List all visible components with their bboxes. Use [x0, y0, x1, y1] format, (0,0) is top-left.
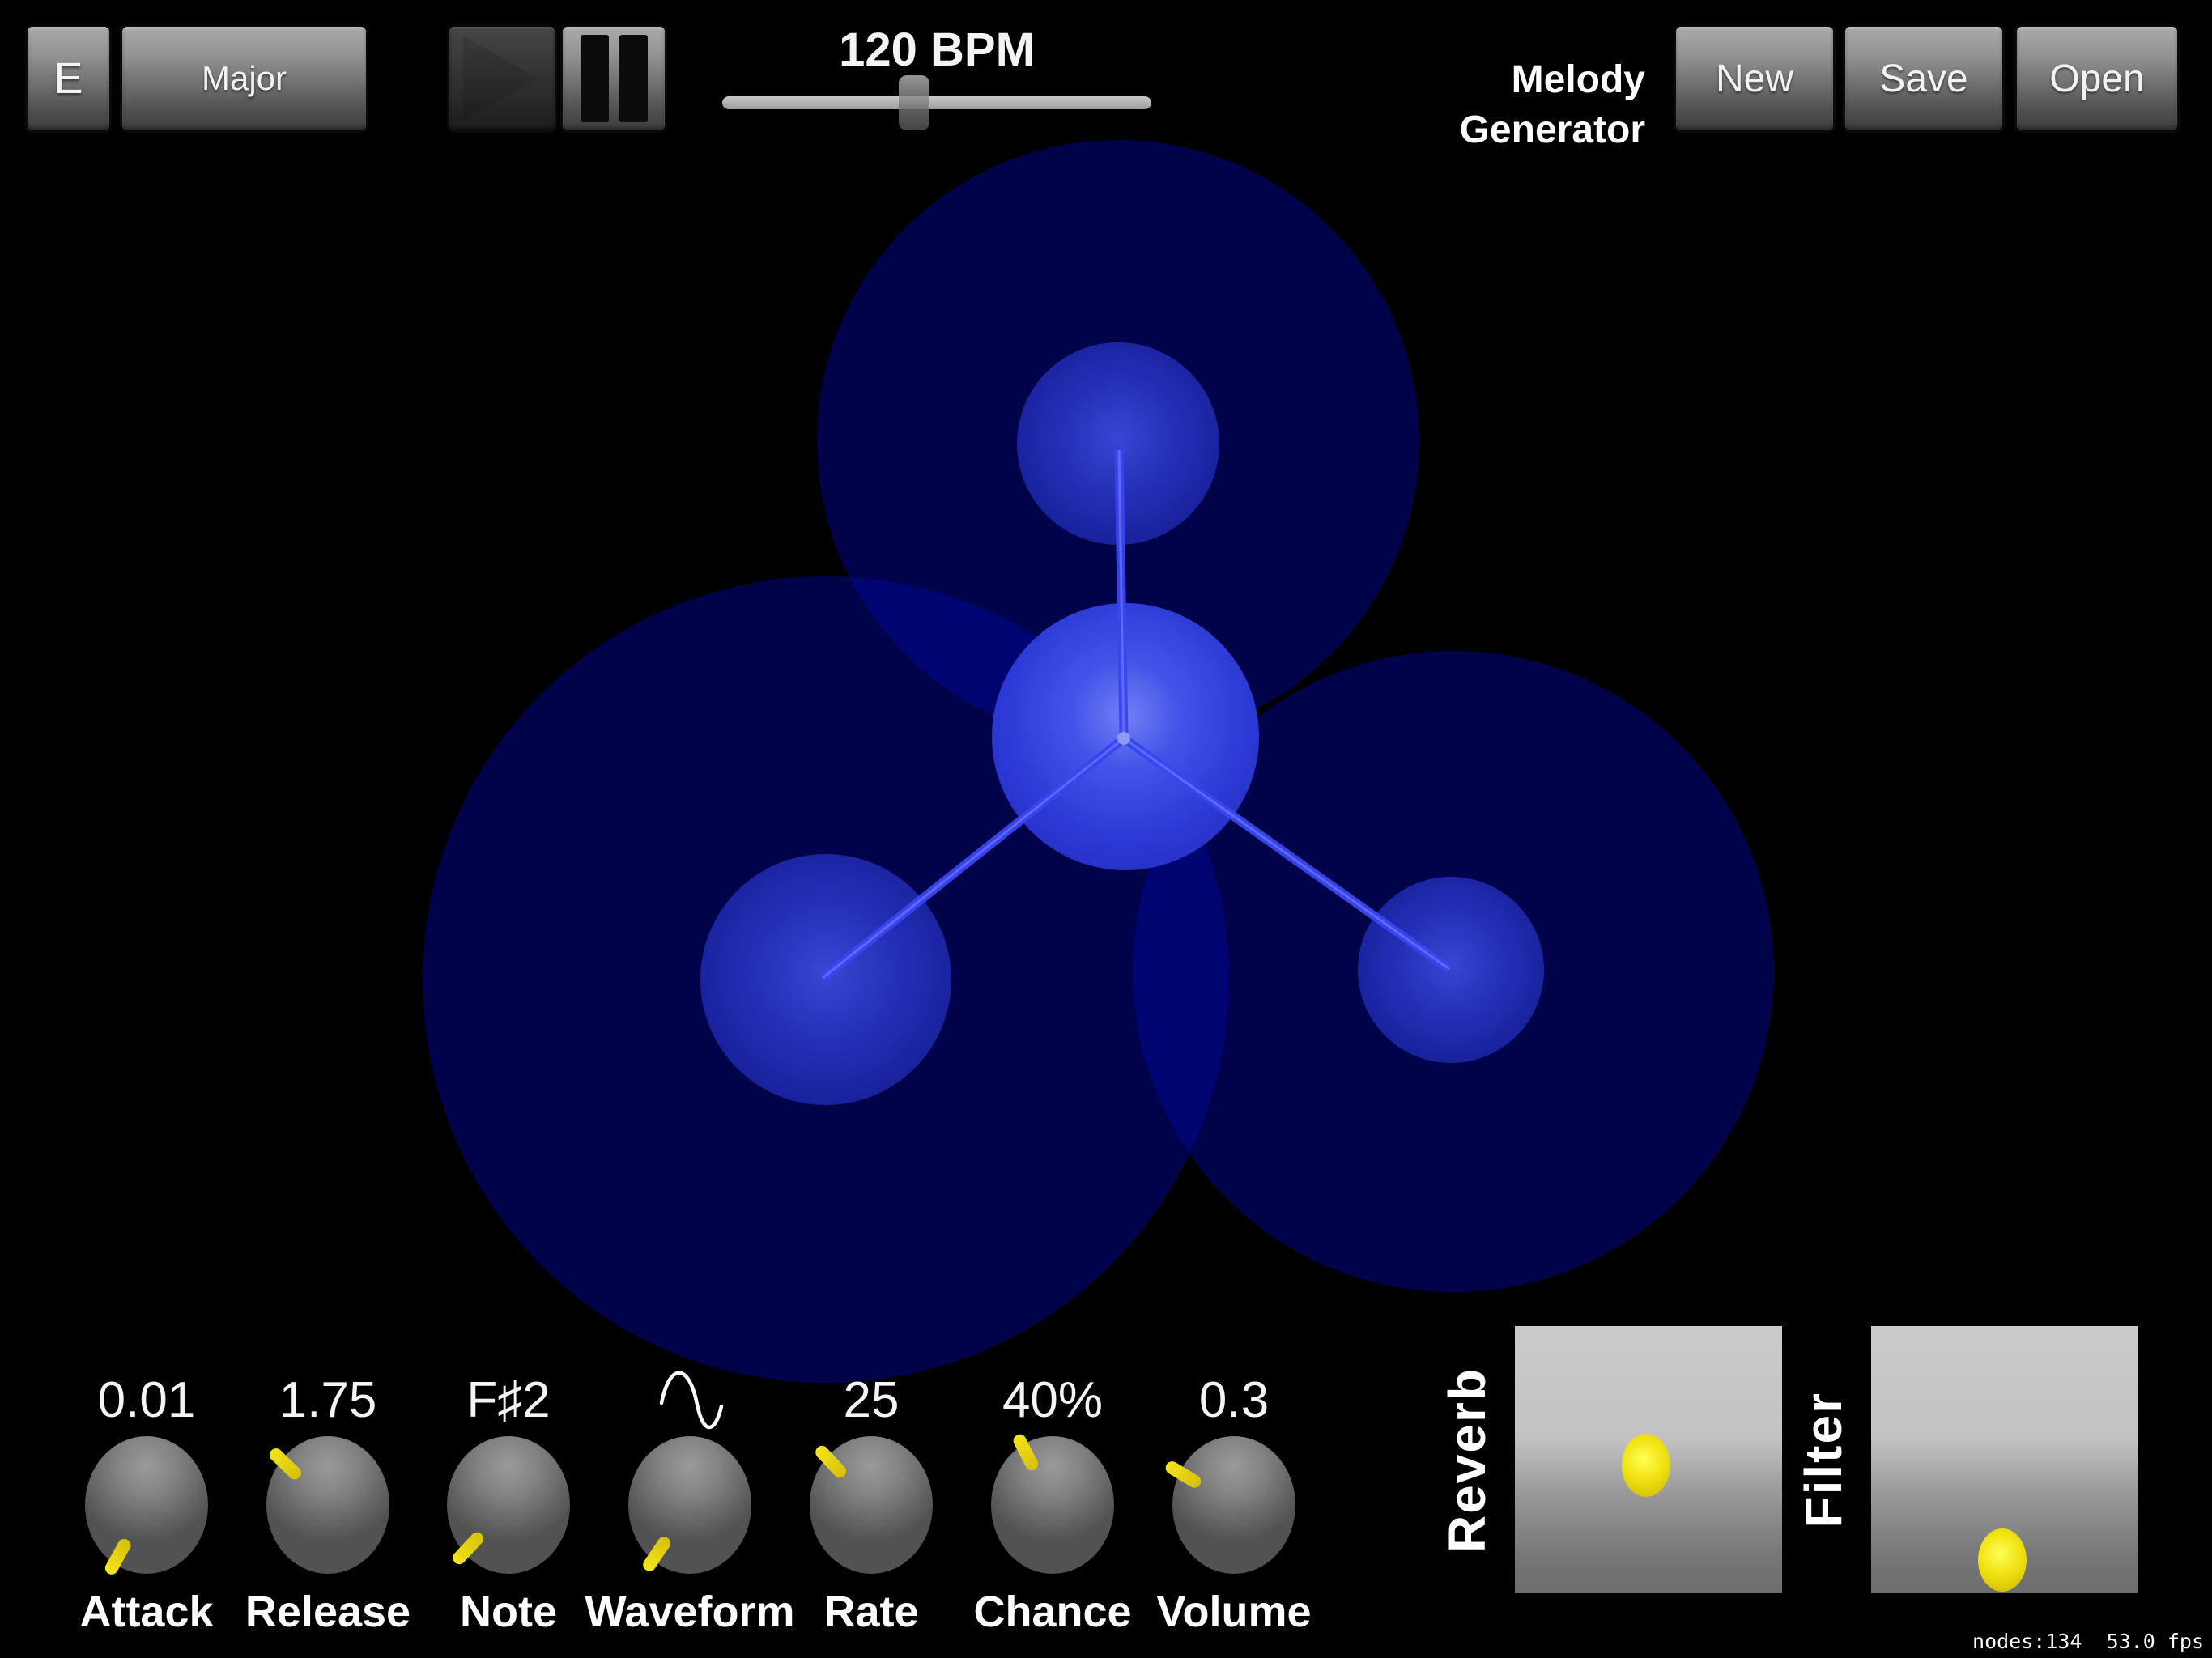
pause-bars-icon: [619, 35, 648, 122]
knob-waveform: Waveform: [599, 1367, 781, 1637]
knob-chance: 40% Chance: [962, 1367, 1143, 1637]
bpm-slider-track[interactable]: [722, 96, 1151, 109]
knob-chance-label: Chance: [973, 1587, 1131, 1637]
bpm-value: 120 BPM: [722, 23, 1151, 77]
knob-indicator: [813, 1443, 849, 1481]
pause-bars-icon: [581, 35, 609, 122]
knob-note: F♯2 Note: [418, 1367, 599, 1637]
knob-release-label: Release: [245, 1587, 410, 1637]
knob-release: 1.75 Release: [237, 1367, 419, 1637]
knob-attack-value: 0.01: [98, 1367, 196, 1435]
reverb-pad-group: Reverb: [1437, 1326, 1782, 1593]
knob-indicator: [103, 1537, 133, 1577]
knob-waveform-label: Waveform: [585, 1587, 794, 1637]
open-button[interactable]: Open: [2014, 24, 2180, 133]
knob-indicator: [1163, 1459, 1203, 1490]
knob-indicator: [640, 1534, 673, 1574]
knob-chance-dial[interactable]: [991, 1436, 1114, 1574]
knob-volume: 0.3 Volume: [1143, 1367, 1325, 1637]
knob-attack-label: Attack: [79, 1587, 213, 1637]
knob-attack-dial[interactable]: [85, 1436, 208, 1574]
knob-waveform-dial[interactable]: [628, 1436, 751, 1574]
pause-button[interactable]: [560, 24, 667, 133]
filter-label: Filter: [1793, 1392, 1858, 1528]
reverb-pad[interactable]: [1515, 1326, 1782, 1593]
filter-pad[interactable]: [1871, 1326, 2138, 1593]
app-title: Melody Generator: [1368, 55, 1645, 155]
reverb-dot[interactable]: [1622, 1434, 1670, 1497]
reverb-label: Reverb: [1437, 1367, 1502, 1553]
bpm-slider-thumb[interactable]: [899, 75, 929, 130]
new-button[interactable]: New: [1674, 24, 1836, 133]
knob-indicator: [450, 1529, 486, 1567]
knob-chance-value: 40%: [1002, 1367, 1103, 1435]
knob-indicator: [1011, 1432, 1040, 1473]
knob-note-dial[interactable]: [447, 1436, 570, 1574]
melody-node[interactable]: [1358, 877, 1544, 1063]
knob-volume-label: Volume: [1156, 1587, 1311, 1637]
play-button[interactable]: [447, 24, 557, 133]
knob-rate: 25 Rate: [781, 1367, 962, 1637]
knob-rate-dial[interactable]: [810, 1436, 933, 1574]
scale-button[interactable]: Major: [120, 24, 368, 133]
save-button[interactable]: Save: [1843, 24, 2005, 133]
filter-dot[interactable]: [1978, 1528, 2027, 1592]
play-triangle-icon: [457, 34, 547, 123]
knob-volume-dial[interactable]: [1172, 1436, 1295, 1574]
knob-attack: 0.01 Attack: [56, 1367, 237, 1637]
link-junction: [1117, 732, 1130, 745]
root-note-button[interactable]: E: [25, 24, 112, 133]
filter-pad-group: Filter: [1793, 1326, 2138, 1593]
knob-release-dial[interactable]: [266, 1436, 389, 1574]
status-readout: nodes:134 53.0 fps: [1972, 1630, 2204, 1653]
knob-indicator: [267, 1446, 304, 1482]
app-window: E Major 120 BPM Melody Generator New Sav…: [0, 0, 2212, 1658]
